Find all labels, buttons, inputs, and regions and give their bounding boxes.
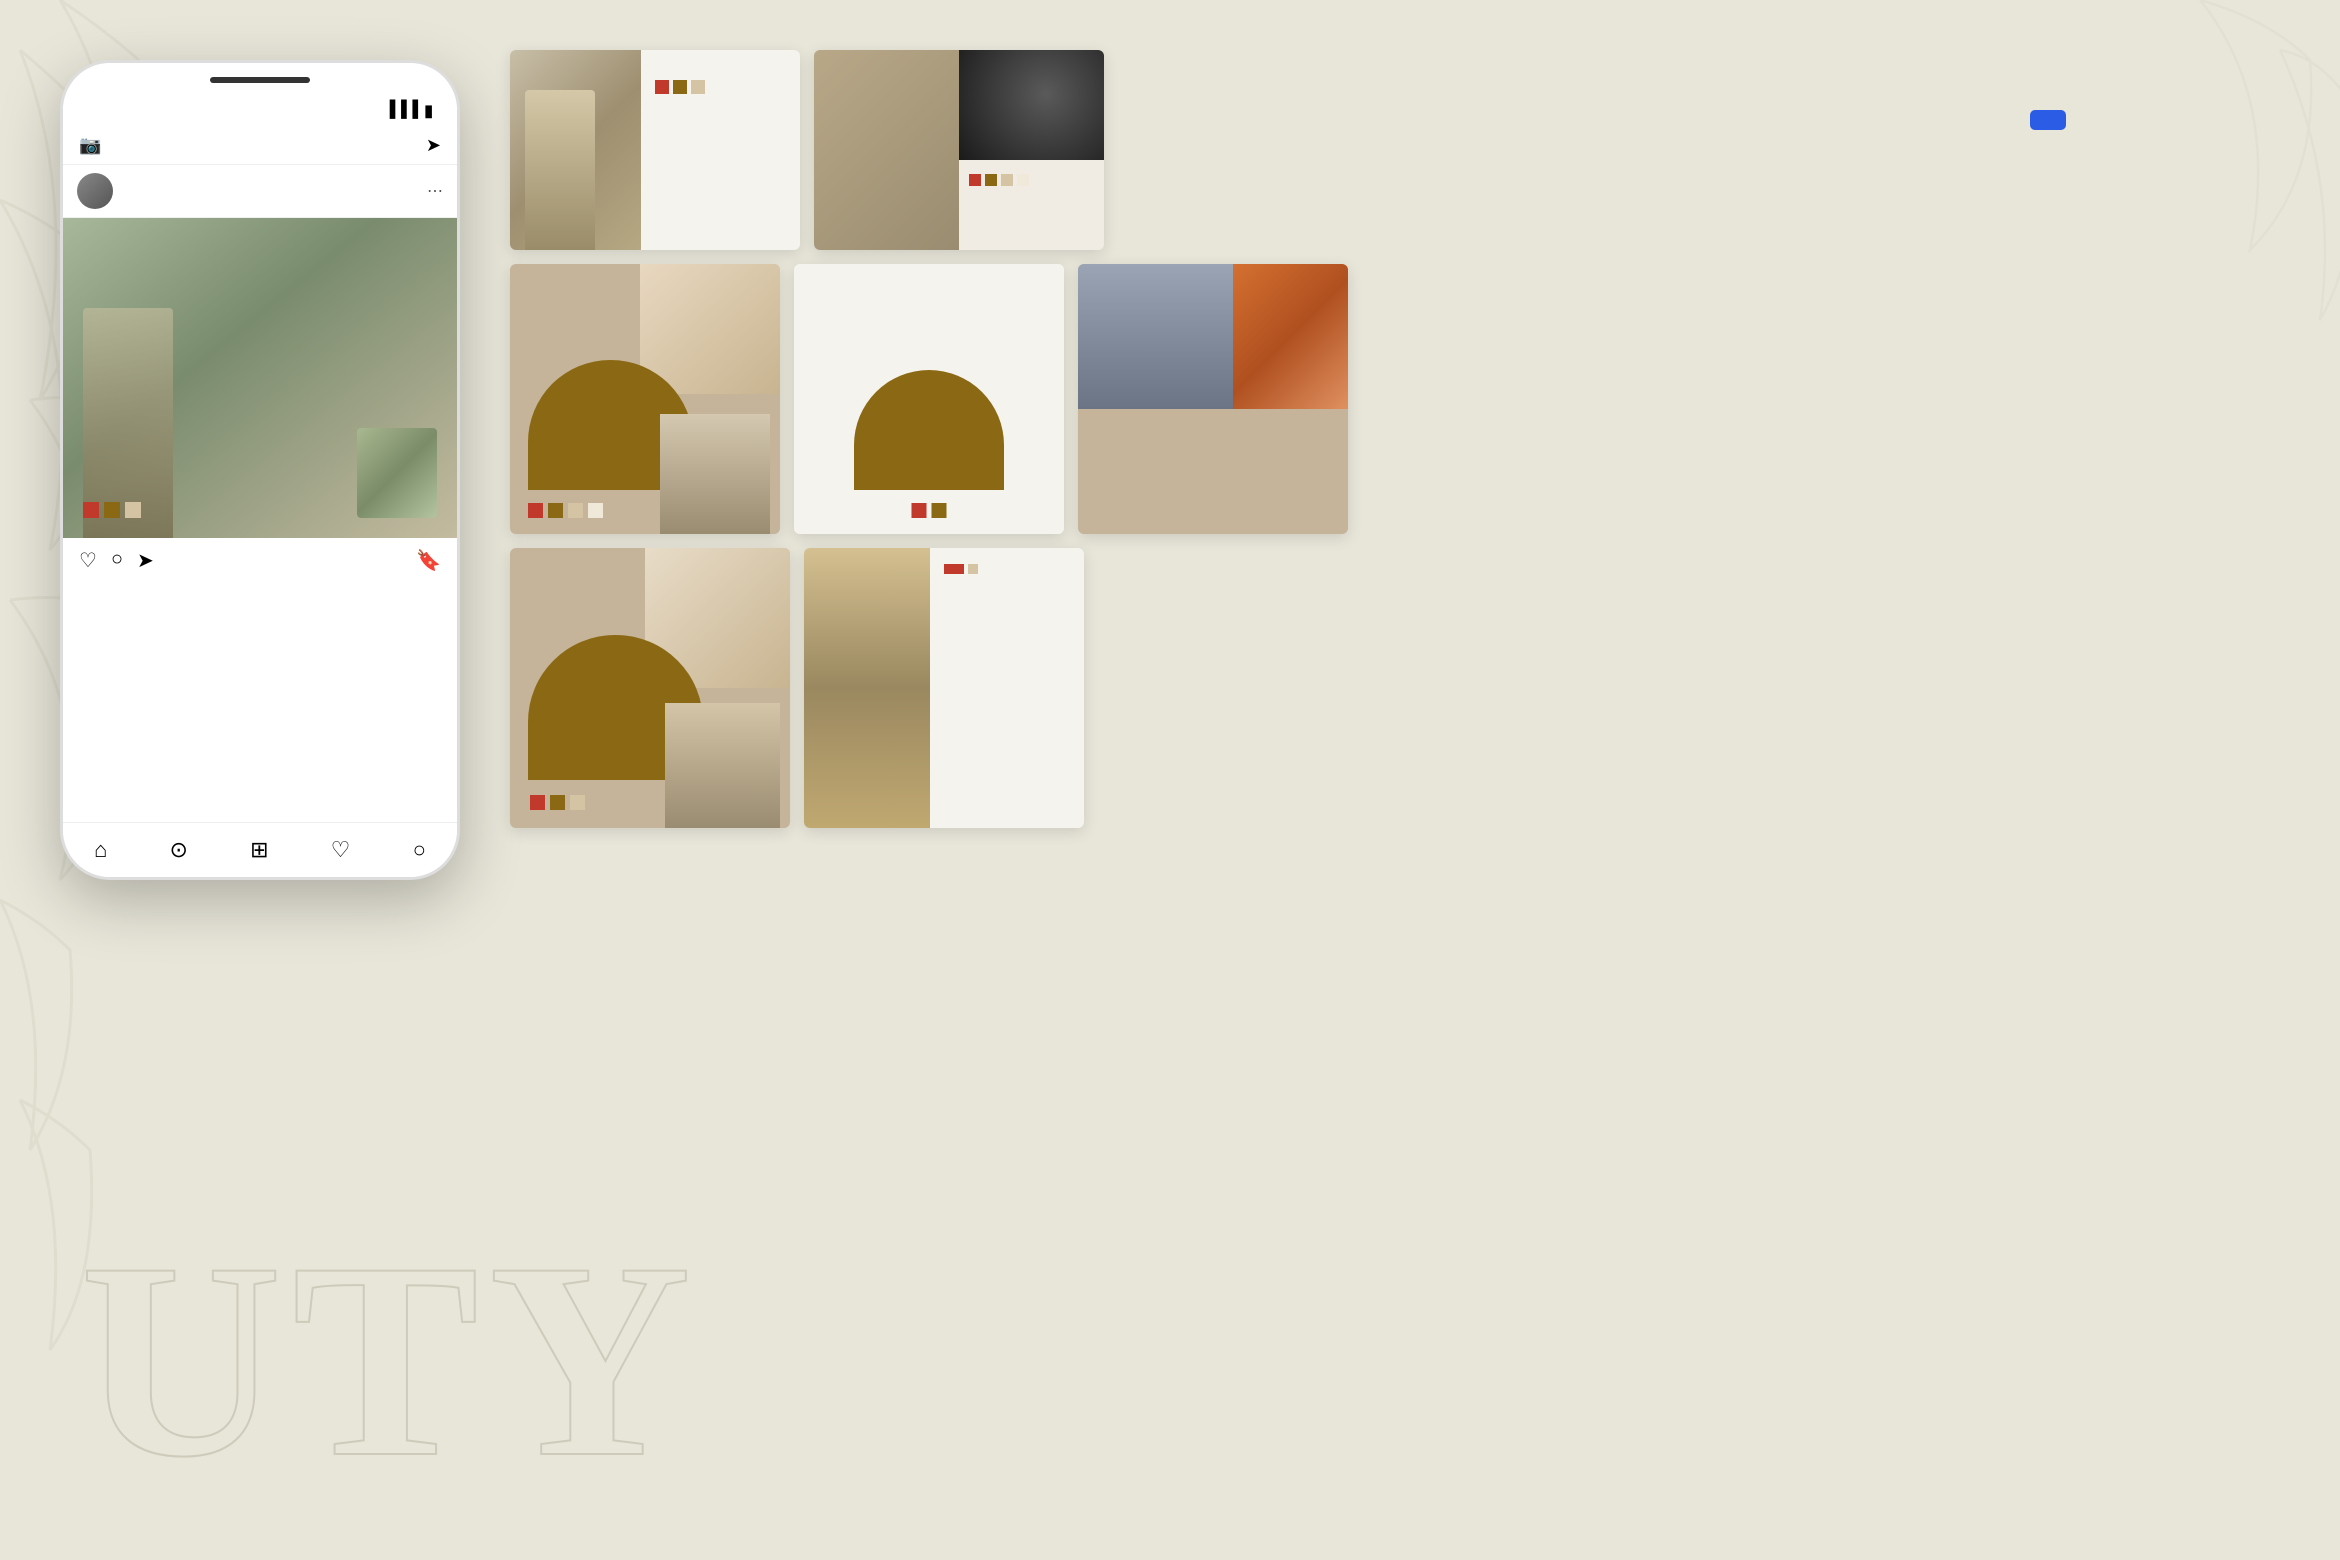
gsw-beige [968, 564, 978, 574]
sw-brown [673, 80, 687, 94]
ig-profile-bar: ⋯ [63, 165, 457, 218]
product-title-section [2030, 80, 2280, 135]
card-summer-collection [510, 50, 800, 250]
ig-bottom-nav: ⌂ ⊙ ⊞ ♡ ○ [63, 822, 457, 877]
card-long-sleeved [1078, 264, 1348, 534]
gsw-red [944, 564, 964, 574]
grid-row-1 [510, 50, 1348, 250]
swatch-beige [125, 502, 141, 518]
beauty-desc-area [959, 160, 1104, 250]
template-grid-area [510, 50, 1348, 842]
grid-row-3 [510, 548, 1348, 828]
bsw-red [969, 174, 981, 186]
j2sw-beige [570, 795, 585, 810]
summer-swatches [655, 80, 787, 94]
comment-icon[interactable]: ○ [111, 548, 123, 573]
beauty-right [959, 50, 1104, 250]
beauty-watermark: UTY [80, 1260, 701, 1500]
like-icon[interactable]: ♡ [79, 548, 97, 573]
battery-icon: ▮ [424, 101, 433, 121]
card-june-fashion-2 [510, 548, 790, 828]
phone-status-bar: ▐▐▐ ▮ [63, 89, 457, 127]
post-thumbnail [357, 428, 437, 518]
quote-text-area [794, 294, 1064, 304]
phone-mockup: ▐▐▐ ▮ 📷 ➤ ⋯ [60, 60, 460, 880]
card-beauty-favorites [814, 50, 1104, 250]
ig-action-left: ♡ ○ ➤ [79, 548, 154, 573]
bsw-beige [1001, 174, 1013, 186]
june-photo-2 [660, 414, 770, 534]
sw-beige [691, 80, 705, 94]
profile-nav-icon[interactable]: ○ [413, 837, 426, 863]
home-icon[interactable]: ⌂ [94, 837, 107, 863]
june-swatches-1 [528, 503, 603, 518]
jsw-beige [568, 503, 583, 518]
card-girl-smiling [804, 548, 1084, 828]
camera-icon: 📷 [79, 135, 101, 156]
post-color-swatches [83, 502, 141, 518]
quote-arch [854, 370, 1004, 490]
bsw-light [1017, 174, 1029, 186]
search-nav-icon[interactable]: ⊙ [169, 837, 187, 863]
quote-swatches [912, 503, 947, 518]
add-post-icon[interactable]: ⊞ [250, 837, 268, 863]
beauty-title-bg [814, 50, 959, 250]
j2sw-red [530, 795, 545, 810]
swatch-red [83, 502, 99, 518]
beauty-photo [959, 50, 1104, 160]
phone-notch [210, 77, 310, 83]
qsw-red [912, 503, 927, 518]
jsw-red [528, 503, 543, 518]
ig-caption [63, 579, 457, 589]
jsw-brown [548, 503, 563, 518]
more-icon[interactable]: ⋯ [427, 181, 443, 201]
j2sw-brown [550, 795, 565, 810]
long-photo-person [1078, 264, 1233, 409]
sw-red [655, 80, 669, 94]
ig-actions: ♡ ○ ➤ 🔖 [63, 538, 457, 579]
share-icon[interactable]: ➤ [137, 548, 154, 573]
send-icon: ➤ [426, 135, 441, 156]
card-dressing-quote [794, 264, 1064, 534]
june2-photo-bottom [665, 703, 780, 828]
post-image [63, 218, 457, 538]
summer-person [525, 90, 595, 250]
june2-swatches [530, 795, 585, 810]
girl-content [930, 548, 1084, 828]
long-clothes-photo [1233, 264, 1348, 409]
ps-badge [2030, 110, 2066, 130]
signal-icon: ▐▐▐ [384, 101, 418, 121]
heart-nav-icon[interactable]: ♡ [331, 837, 351, 863]
jsw-light [588, 503, 603, 518]
girl-swatches [944, 564, 1070, 574]
june-photo-1 [640, 264, 780, 394]
girl-photo [804, 548, 930, 828]
grid-row-2 [510, 264, 1348, 534]
card-june-fashion-1 [510, 264, 780, 534]
avatar [77, 173, 113, 209]
save-icon[interactable]: 🔖 [416, 548, 441, 573]
summer-photo [510, 50, 641, 250]
swatch-brown [104, 502, 120, 518]
post-title-overlay [83, 258, 437, 262]
bsw-brown [985, 174, 997, 186]
qsw-brown [932, 503, 947, 518]
instagram-header: 📷 ➤ [63, 127, 457, 165]
